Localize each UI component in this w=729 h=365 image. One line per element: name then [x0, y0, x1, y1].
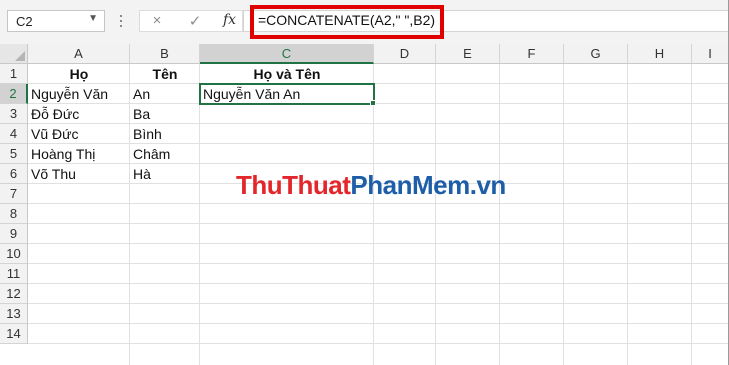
column-header-e[interactable]: E	[436, 44, 500, 64]
column-header-h[interactable]: H	[628, 44, 692, 64]
row-header-11[interactable]: 11	[0, 264, 28, 284]
formula-toolbar: C2 ▼ × ✓ fx =CONCATENATE(A2," ",B2)	[0, 0, 729, 44]
cell-a4[interactable]: Vũ Đức	[31, 124, 79, 144]
column-header-g[interactable]: G	[564, 44, 628, 64]
fill-handle[interactable]	[370, 100, 376, 106]
cell-b6[interactable]: Hà	[133, 164, 151, 184]
row-header-5[interactable]: 5	[0, 144, 28, 164]
grid-line	[28, 203, 729, 204]
name-box-value: C2	[16, 14, 33, 29]
cell-a6[interactable]: Võ Thu	[31, 164, 76, 184]
grid-line	[28, 223, 729, 224]
row-header-7[interactable]: 7	[0, 184, 28, 204]
cell-b5[interactable]: Châm	[133, 144, 170, 164]
cell-a2[interactable]: Nguyễn Văn	[31, 84, 108, 104]
row-header-8[interactable]: 8	[0, 204, 28, 224]
grid-line	[129, 64, 130, 365]
spreadsheet-grid[interactable]: ABCDEFGHI 1 2 3 4 5 6 7 8 9 10 11 12 13 14 Họ Tên Họ và…	[0, 44, 729, 365]
column-header-i[interactable]: I	[692, 44, 729, 64]
column-header-c[interactable]: C	[200, 44, 374, 64]
row-header-3[interactable]: 3	[0, 104, 28, 124]
column-header-a[interactable]: A	[28, 44, 130, 64]
cell-b2[interactable]: An	[133, 84, 150, 104]
grid-line	[28, 263, 729, 264]
grid-line	[28, 243, 729, 244]
cell-a1[interactable]: Họ	[28, 64, 130, 84]
cell-a5[interactable]: Hoàng Thị	[31, 144, 95, 164]
formula-buttons: × ✓ fx	[139, 10, 243, 32]
grid-line	[28, 323, 729, 324]
cell-b3[interactable]: Ba	[133, 104, 150, 124]
row-header-13[interactable]: 13	[0, 304, 28, 324]
row-header-12[interactable]: 12	[0, 284, 28, 304]
watermark-part2: PhanMem	[350, 170, 470, 200]
enter-icon[interactable]: ✓	[184, 12, 206, 30]
watermark: ThuThuatPhanMem.vn	[236, 170, 506, 201]
grid-line	[499, 64, 500, 365]
row-header-9[interactable]: 9	[0, 224, 28, 244]
grid-line	[563, 64, 564, 365]
grid-line	[28, 343, 729, 344]
cell-b1[interactable]: Tên	[130, 64, 200, 84]
insert-function-icon[interactable]: fx	[223, 12, 236, 28]
formula-highlight-box	[250, 5, 444, 39]
drag-handle-icon[interactable]	[119, 12, 123, 32]
name-box[interactable]: C2 ▼	[7, 10, 105, 32]
cell-c1[interactable]: Họ và Tên	[200, 64, 374, 84]
grid-line	[373, 64, 374, 365]
grid-line	[627, 64, 628, 365]
grid-line	[691, 64, 692, 365]
watermark-part3: .vn	[469, 170, 507, 200]
grid-line	[199, 64, 200, 365]
grid-line	[435, 64, 436, 365]
watermark-part1: ThuThuat	[236, 170, 351, 200]
row-header-14[interactable]: 14	[0, 324, 28, 344]
select-all-button[interactable]	[0, 44, 28, 64]
column-header-b[interactable]: B	[130, 44, 200, 64]
row-header-10[interactable]: 10	[0, 244, 28, 264]
row-header-2[interactable]: 2	[0, 84, 28, 104]
cell-a3[interactable]: Đỗ Đức	[31, 104, 79, 124]
row-header-4[interactable]: 4	[0, 124, 28, 144]
row-header-6[interactable]: 6	[0, 164, 28, 184]
cancel-icon[interactable]: ×	[146, 12, 168, 29]
grid-line	[28, 303, 729, 304]
column-header-f[interactable]: F	[500, 44, 564, 64]
row-header-1[interactable]: 1	[0, 64, 28, 84]
column-header-d[interactable]: D	[374, 44, 436, 64]
active-cell-border	[199, 83, 375, 105]
chevron-down-icon[interactable]: ▼	[88, 13, 98, 24]
cell-b4[interactable]: Bình	[133, 124, 162, 144]
grid-line	[28, 283, 729, 284]
